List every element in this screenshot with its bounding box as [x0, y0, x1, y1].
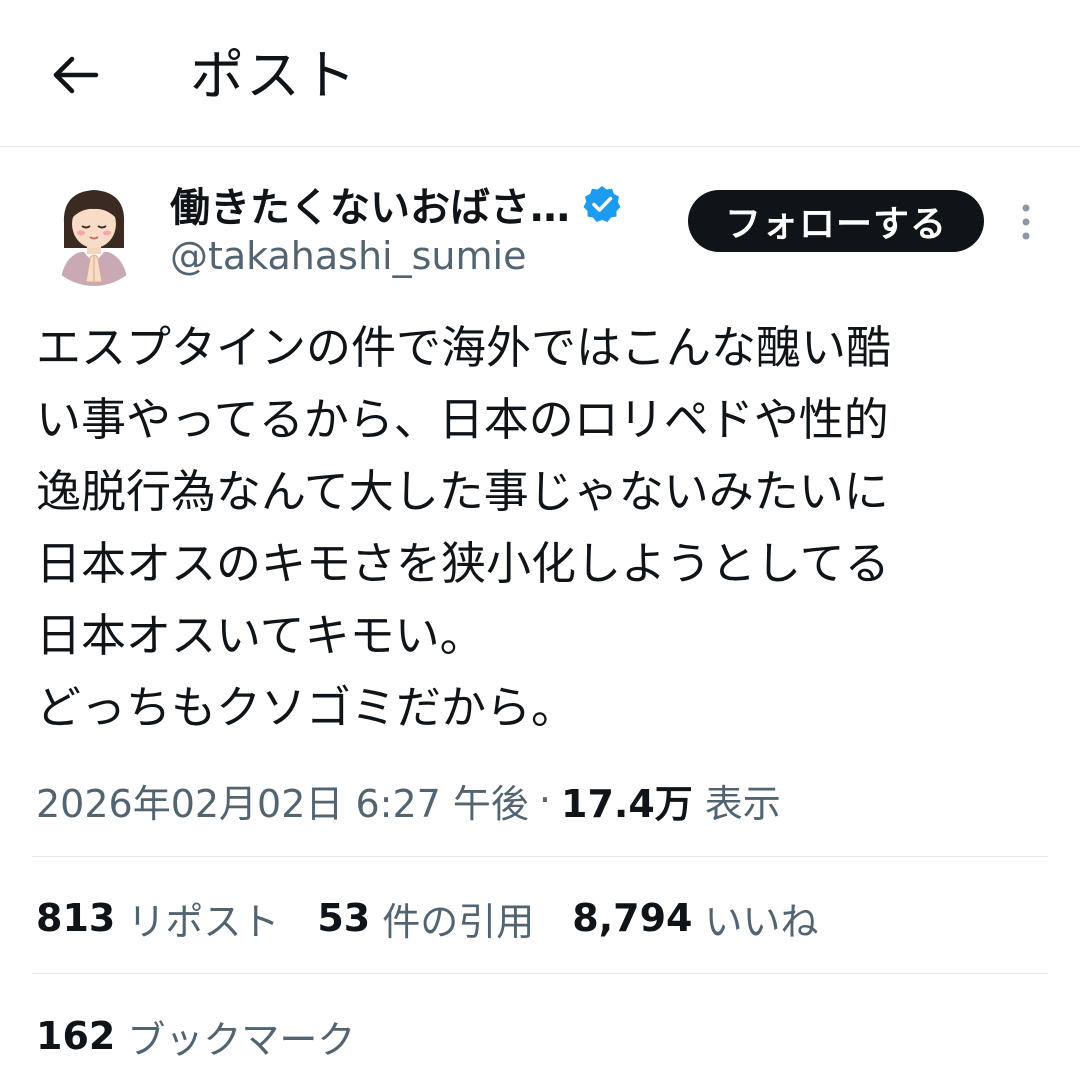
- divider: [32, 856, 1048, 857]
- author-handle[interactable]: @takahashi_sumie: [170, 234, 526, 278]
- illustrated-woman-avatar: [60, 190, 128, 286]
- bookmark-label: ブックマーク: [127, 1017, 356, 1062]
- repost-count: 813: [36, 896, 116, 940]
- tweet-text-line: 逸脱行為なんて大した事じゃないみたいに: [36, 465, 889, 518]
- meta-separator: ·: [538, 778, 551, 822]
- like-label: いいね: [704, 899, 819, 944]
- quote-label: 件の引用: [382, 899, 535, 944]
- stat-likes[interactable]: 8,794 いいね: [572, 891, 818, 946]
- top-bar: ポスト: [0, 0, 1080, 147]
- verified-badge-icon: [583, 186, 621, 222]
- tweet-text-line: エスプタインの件で海外ではこんな醜い酷: [36, 321, 892, 374]
- avatar[interactable]: [40, 178, 148, 286]
- views-label: 表示: [704, 781, 781, 826]
- tweet-timestamp[interactable]: 2026年02月02日 6:27 午後: [36, 773, 529, 828]
- stat-quotes[interactable]: 53 件の引用: [317, 891, 534, 946]
- follow-button[interactable]: フォローする: [688, 190, 984, 252]
- repost-label: リポスト: [127, 899, 280, 944]
- stat-bookmarks[interactable]: 162 ブックマーク: [36, 1006, 355, 1066]
- more-vertical-icon: [1022, 204, 1030, 240]
- tweet-text-line: どっちもクソゴミだから。: [36, 681, 577, 734]
- page-title: ポスト: [190, 44, 358, 107]
- back-button[interactable]: [40, 40, 110, 110]
- author-name-row[interactable]: 働きたくないおばさ…: [170, 174, 622, 234]
- divider: [32, 973, 1048, 974]
- tweet-text-line: 日本オスのキモさを狭小化しようとしてる: [36, 537, 890, 590]
- arrow-left-icon: [53, 56, 99, 94]
- bookmark-count: 162: [36, 1014, 116, 1058]
- engagement-stats: 813 リポスト 53 件の引用 8,794 いいね: [36, 888, 856, 948]
- like-count: 8,794: [572, 896, 693, 940]
- more-options-button[interactable]: [1008, 200, 1044, 244]
- author-display-name[interactable]: 働きたくないおばさ…: [170, 175, 570, 233]
- tweet-text-line: い事やってるから、日本のロリペドや性的: [36, 393, 889, 446]
- tweet-text: エスプタインの件で海外ではこんな醜い酷 い事やってるから、日本のロリペドや性的 …: [36, 312, 1046, 744]
- views-count: 17.4万: [561, 781, 693, 826]
- tweet-text-line: 日本オスいてキモい。: [36, 609, 485, 662]
- quote-count: 53: [317, 896, 371, 940]
- stat-reposts[interactable]: 813 リポスト: [36, 891, 279, 946]
- tweet-meta: 2026年02月02日 6:27 午後 · 17.4万 表示: [36, 770, 781, 830]
